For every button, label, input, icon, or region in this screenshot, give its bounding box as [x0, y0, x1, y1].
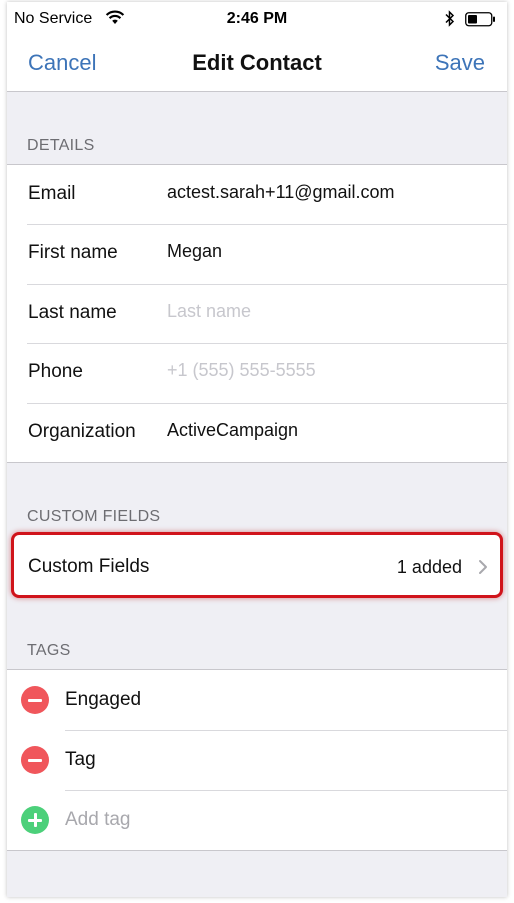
- status-bar: No Service 2:46 PM: [7, 2, 507, 36]
- email-field[interactable]: actest.sarah+11@gmail.com: [167, 182, 395, 203]
- navigation-bar: Cancel Edit Contact Save: [7, 36, 507, 92]
- phone-row[interactable]: Phone +1 (555) 555-5555: [7, 343, 507, 402]
- organization-label: Organization: [28, 420, 136, 442]
- last-name-label: Last name: [28, 301, 117, 323]
- plus-icon-vertical: [33, 813, 37, 827]
- battery-icon: [465, 12, 497, 32]
- phone-field[interactable]: +1 (555) 555-5555: [167, 360, 316, 381]
- bluetooth-icon: [445, 10, 455, 32]
- minus-icon: [28, 698, 42, 702]
- custom-fields-section-header: CUSTOM FIELDS: [27, 508, 161, 525]
- add-tag-row[interactable]: Add tag: [7, 790, 507, 850]
- organization-field[interactable]: ActiveCampaign: [167, 420, 298, 441]
- tags-group: Engaged Tag Add tag: [7, 669, 507, 851]
- email-row[interactable]: Email actest.sarah+11@gmail.com: [7, 165, 507, 224]
- email-label: Email: [28, 183, 76, 204]
- first-name-field[interactable]: Megan: [167, 241, 222, 262]
- first-name-label: First name: [28, 242, 118, 264]
- details-group: Email actest.sarah+11@gmail.com First na…: [7, 164, 507, 463]
- last-name-row[interactable]: Last name Last name: [7, 283, 507, 343]
- phone-label: Phone: [28, 361, 83, 383]
- custom-fields-count: 1 added: [396, 557, 462, 577]
- details-section-header: DETAILS: [27, 137, 95, 154]
- screen: No Service 2:46 PM Cancel Edit Contact S…: [7, 2, 507, 897]
- remove-tag-button[interactable]: [21, 746, 49, 774]
- tag-label: Engaged: [65, 689, 142, 710]
- add-tag-button[interactable]: [21, 806, 49, 834]
- tags-section-header: TAGS: [27, 642, 71, 659]
- minus-icon: [28, 758, 42, 762]
- organization-row[interactable]: Organization ActiveCampaign: [7, 402, 507, 462]
- custom-fields-row[interactable]: Custom Fields 1 added: [11, 532, 503, 598]
- tag-row: Engaged: [7, 670, 507, 730]
- custom-fields-label: Custom Fields: [28, 556, 150, 577]
- clock: 2:46 PM: [226, 10, 288, 27]
- save-button[interactable]: Save: [435, 50, 485, 76]
- remove-tag-button[interactable]: [21, 686, 49, 714]
- first-name-row[interactable]: First name Megan: [7, 224, 507, 283]
- last-name-field[interactable]: Last name: [167, 301, 251, 322]
- tag-label: Tag: [65, 749, 96, 770]
- chevron-right-icon: [478, 559, 488, 580]
- tag-row: Tag: [7, 730, 507, 790]
- add-tag-input[interactable]: Add tag: [65, 809, 131, 831]
- page-title: Edit Contact: [192, 50, 322, 75]
